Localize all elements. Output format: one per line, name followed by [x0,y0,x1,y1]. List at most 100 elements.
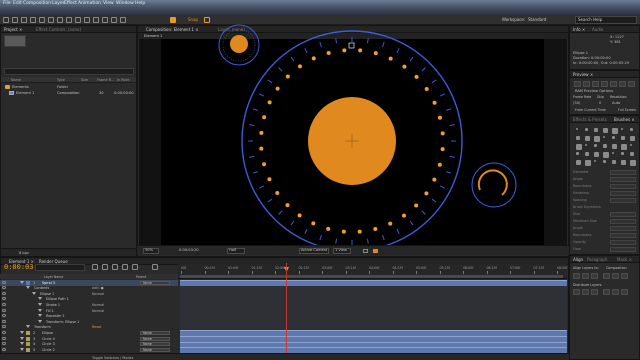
distribute-5-icon[interactable] [612,289,619,295]
play-button[interactable] [592,81,599,87]
brush-tip[interactable] [585,144,587,146]
eye-icon[interactable] [2,297,6,301]
brush-tip[interactable] [630,152,634,156]
brush-tip[interactable] [585,128,588,131]
label-color-chip[interactable] [26,347,30,352]
last-frame-button[interactable] [610,81,617,87]
eye-icon[interactable] [2,286,6,290]
brush-tip[interactable] [630,128,633,131]
shy-icon[interactable] [112,264,118,270]
layer-name[interactable]: Circle 2 [42,348,55,352]
label-color-chip[interactable] [26,330,30,335]
draft-3d-icon[interactable] [102,264,108,270]
distribute-4-icon[interactable] [603,289,610,295]
brush-field-input[interactable] [610,219,636,224]
tab-effect-controls[interactable]: Effect Controls: (none) [36,27,81,32]
brush-tip[interactable] [576,144,582,150]
twirl-down-icon[interactable] [38,302,42,306]
brush-field-input[interactable] [610,198,636,203]
next-frame-button[interactable] [601,81,608,87]
layer-name[interactable]: Transform [34,325,51,329]
column-type[interactable]: Type [57,78,65,82]
layer-name[interactable]: Circle 4 [42,337,55,341]
distribute-6-icon[interactable] [621,289,628,295]
workspace-value[interactable]: Standard [528,17,546,22]
text-tool-icon[interactable] [75,17,81,23]
brush-tip[interactable] [621,136,625,140]
layer-name[interactable]: Spiral 3 [42,281,55,285]
comp-mini-flowchart-icon[interactable] [92,264,98,270]
menu-view[interactable]: View [103,1,114,6]
brush-tip[interactable] [585,152,589,156]
prev-frame-button[interactable] [583,81,590,87]
layer-name[interactable]: Ellipse 1 [40,292,54,296]
eye-icon[interactable] [2,325,6,329]
brush-tip[interactable] [576,160,581,165]
brush-tip[interactable] [621,128,623,130]
distribute-2-icon[interactable] [582,289,589,295]
fast-preview-icon[interactable] [373,249,378,253]
brush-tip[interactable] [630,160,636,166]
align-top-icon[interactable] [603,273,610,279]
align-vcenter-icon[interactable] [612,273,619,279]
first-frame-button[interactable] [574,81,581,87]
eye-icon[interactable] [2,314,6,318]
brush-tip[interactable] [576,152,579,155]
label-color-chip[interactable] [26,280,30,285]
twirl-down-icon[interactable] [20,342,24,346]
tab-project[interactable]: Project × [4,27,22,32]
menu-effect[interactable]: Effect [64,1,77,6]
eye-icon[interactable] [2,308,6,312]
twirl-down-icon[interactable] [20,347,24,351]
toggle-switches-modes[interactable]: Toggle Switches / Modes [92,356,133,360]
toggle-icon[interactable] [363,249,368,253]
shape-tool-icon[interactable] [57,17,63,23]
layer-name[interactable]: Stroke 1 [46,303,60,307]
rotate-tool-icon[interactable] [30,17,36,23]
table-row[interactable]: 5 Circle 2 None [0,347,178,353]
align-bottom-icon[interactable] [621,273,628,279]
eye-icon[interactable] [2,330,6,334]
menu-animation[interactable]: Animation [78,1,101,6]
align-right-icon[interactable] [591,273,598,279]
brush-tip[interactable] [603,160,606,163]
layer-name[interactable]: Ellipse [42,331,53,335]
brush-tip[interactable] [576,128,578,130]
clone-tool-icon[interactable] [93,17,99,23]
brush-tip[interactable] [594,160,596,162]
list-item[interactable]: Element 1 Composition 30 0:00:00:00 [1,90,136,96]
column-size[interactable]: Size [81,78,88,82]
brush-tip[interactable] [612,136,615,139]
tab-align[interactable]: Align [573,257,583,262]
layer-name[interactable]: Contents [34,286,49,290]
comp-canvas[interactable] [161,39,544,245]
twirl-down-icon[interactable] [20,336,24,340]
distribute-3-icon[interactable] [591,289,598,295]
column-in-point[interactable]: In Point [117,78,130,82]
layer-mode[interactable]: Normal [92,292,104,296]
tab-effects-presets[interactable]: Effects & Presets [573,117,607,122]
resolution-value-preview[interactable]: Auto [612,101,620,105]
brush-tip[interactable] [630,144,632,146]
brush-tip[interactable] [585,136,590,141]
twirl-down-icon[interactable] [26,325,30,329]
brush-field-input[interactable] [610,226,636,231]
frame-blend-icon[interactable] [122,264,128,270]
brush-field-input[interactable] [610,240,636,245]
twirl-down-icon[interactable] [26,286,30,290]
brush-tip[interactable] [621,160,626,165]
viewer-timecode[interactable]: 0:00:03:20 [179,248,199,252]
brush-tip[interactable] [603,152,609,158]
column-frame-rate[interactable]: Frame R... [97,78,114,82]
eye-icon[interactable] [2,280,6,284]
frame-rate-value[interactable]: (30) [573,101,580,105]
motion-blur-icon[interactable] [132,264,138,270]
brush-field-input[interactable] [610,233,636,238]
hand-tool-icon[interactable] [12,17,18,23]
twirl-down-icon[interactable] [32,291,36,295]
brush-field-input[interactable] [610,177,636,182]
layer-mode[interactable]: Add: ● [92,286,104,290]
zoom-tool-icon[interactable] [21,17,27,23]
tab-info[interactable]: Info × [573,27,585,32]
menu-composition[interactable]: Composition [23,1,51,6]
